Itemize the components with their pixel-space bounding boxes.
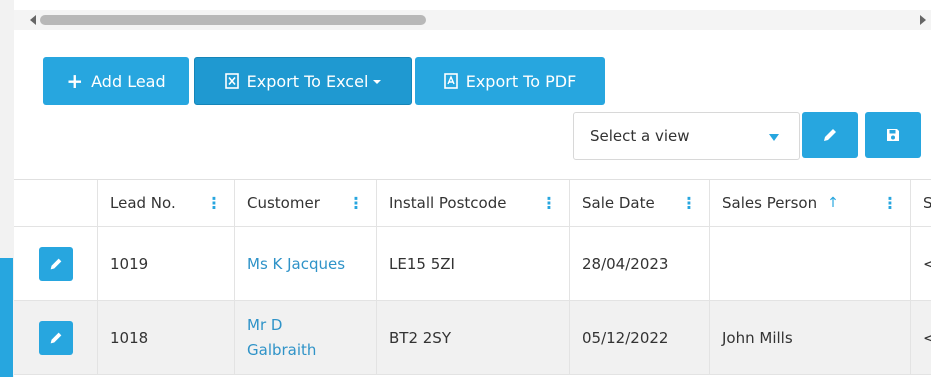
table-row[interactable]: 1018 Mr D Galbraith BT2 2SY 05/12/2022 J… xyxy=(14,301,931,375)
kebab-menu-icon[interactable]: ⋮ xyxy=(681,194,697,213)
view-select-value: Select a view xyxy=(590,127,690,145)
column-header-label: Customer xyxy=(247,194,320,212)
header-actions-cell xyxy=(14,180,98,226)
table-row[interactable]: 1019 Ms K Jacques LE15 5ZI 28/04/2023 < xyxy=(14,227,931,301)
export-pdf-label: Export To PDF xyxy=(465,71,577,91)
scroll-right-arrow-icon[interactable] xyxy=(920,15,926,25)
export-pdf-button[interactable]: Export To PDF xyxy=(415,57,605,105)
lead-no-cell: 1018 xyxy=(98,301,235,374)
customer-link-line1: Mr D xyxy=(247,315,283,334)
chevron-down-icon xyxy=(373,80,382,84)
save-view-button[interactable] xyxy=(865,112,921,158)
column-header-install-postcode[interactable]: Install Postcode ⋮ xyxy=(377,180,570,226)
sales-person-cell: John Mills xyxy=(710,301,911,374)
kebab-menu-icon[interactable]: ⋮ xyxy=(206,194,222,213)
scrollbar-thumb[interactable] xyxy=(40,15,426,25)
kebab-menu-icon[interactable]: ⋮ xyxy=(348,194,364,213)
leads-panel: + Add Lead Export To Excel Export To PDF… xyxy=(14,0,931,377)
scroll-left-arrow-icon[interactable] xyxy=(30,15,36,25)
export-excel-button[interactable]: Export To Excel xyxy=(194,57,412,105)
table-header-row: Lead No. ⋮ Customer ⋮ Install Postcode ⋮… xyxy=(14,180,931,227)
edit-lead-button[interactable] xyxy=(38,246,73,281)
lead-no-cell: 1019 xyxy=(98,227,235,300)
column-header-label: Sales Person xyxy=(722,194,818,212)
next-cell: < xyxy=(923,328,931,347)
column-header-next[interactable]: S xyxy=(911,180,931,226)
floppy-disk-icon xyxy=(887,129,899,141)
column-header-label: Lead No. xyxy=(110,194,176,212)
sale-date-cell: 28/04/2023 xyxy=(570,227,710,300)
postcode-cell: LE15 5ZI xyxy=(377,227,570,300)
column-header-lead-no[interactable]: Lead No. ⋮ xyxy=(98,180,235,226)
horizontal-scrollbar[interactable] xyxy=(14,10,931,30)
pencil-icon xyxy=(824,129,836,141)
pencil-icon xyxy=(50,332,61,343)
pdf-file-icon xyxy=(443,73,458,89)
customer-link[interactable]: Ms K Jacques xyxy=(247,255,345,273)
customer-cell: Ms K Jacques xyxy=(235,227,377,300)
edit-view-button[interactable] xyxy=(802,112,858,158)
row-actions-cell xyxy=(14,227,98,300)
plus-icon: + xyxy=(66,69,84,93)
excel-file-icon xyxy=(224,73,239,89)
leads-table: Lead No. ⋮ Customer ⋮ Install Postcode ⋮… xyxy=(14,179,931,375)
sales-person-cell xyxy=(710,227,911,300)
export-excel-label: Export To Excel xyxy=(246,71,369,91)
column-header-sale-date[interactable]: Sale Date ⋮ xyxy=(570,180,710,226)
left-sidebar-accent xyxy=(0,258,13,377)
dropdown-arrow-icon xyxy=(769,134,779,141)
column-header-label: Install Postcode xyxy=(389,194,507,212)
sale-date-cell: 05/12/2022 xyxy=(570,301,710,374)
sort-ascending-icon[interactable]: ↑ xyxy=(827,195,839,211)
edit-lead-button[interactable] xyxy=(38,320,73,355)
column-header-label: S xyxy=(923,194,931,212)
customer-link-line2: Galbraith xyxy=(247,340,317,359)
row-actions-cell xyxy=(14,301,98,374)
customer-link[interactable]: Mr D Galbraith xyxy=(247,313,316,363)
next-cell: < xyxy=(923,254,931,273)
add-lead-label: Add Lead xyxy=(91,71,166,91)
view-select[interactable]: Select a view xyxy=(573,112,800,160)
kebab-menu-icon[interactable]: ⋮ xyxy=(541,194,557,213)
customer-cell: Mr D Galbraith xyxy=(235,301,377,374)
kebab-menu-icon[interactable]: ⋮ xyxy=(882,194,898,213)
column-header-sales-person[interactable]: Sales Person ↑ ⋮ xyxy=(710,180,911,226)
add-lead-button[interactable]: + Add Lead xyxy=(43,57,189,105)
pencil-icon xyxy=(50,258,61,269)
column-header-label: Sale Date xyxy=(582,194,655,212)
column-header-customer[interactable]: Customer ⋮ xyxy=(235,180,377,226)
postcode-cell: BT2 2SY xyxy=(377,301,570,374)
